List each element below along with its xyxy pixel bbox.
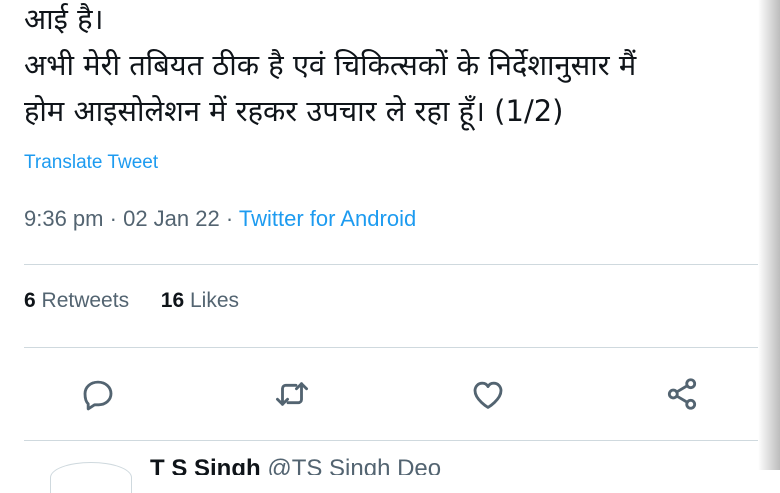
meta-separator: · bbox=[225, 206, 234, 231]
tweet-text-line: अभी मेरी तबियत ठीक है एवं चिकित्सकों के … bbox=[24, 48, 637, 82]
next-tweet-author-handle: @TS Singh Deo bbox=[267, 455, 442, 475]
reply-button[interactable] bbox=[76, 372, 120, 416]
likes-count: 16 bbox=[160, 289, 185, 312]
next-tweet-header[interactable]: T S Singh @TS Singh Deo bbox=[150, 455, 441, 475]
like-button[interactable] bbox=[466, 372, 510, 416]
like-icon bbox=[473, 381, 503, 409]
meta-separator: · bbox=[109, 206, 117, 231]
tweet-time: 9:36 pm bbox=[24, 206, 104, 231]
share-button[interactable] bbox=[660, 372, 704, 416]
tweet-metadata: 9:36 pm · 02 Jan 22 · Twitter for Androi… bbox=[24, 206, 416, 232]
retweets-stat[interactable]: 6 Retweets bbox=[24, 289, 129, 312]
next-tweet-author-name: T S Singh bbox=[150, 455, 261, 475]
avatar[interactable] bbox=[50, 462, 132, 493]
screen-edge-shadow bbox=[758, 0, 780, 470]
tweet-body: आई है। अभी मेरी तबियत ठीक है एवं चिकित्स… bbox=[24, 0, 764, 134]
retweets-label: Retweets bbox=[41, 289, 130, 312]
tweet-action-bar bbox=[0, 372, 760, 422]
retweets-count: 6 bbox=[24, 289, 36, 312]
likes-label: Likes bbox=[189, 289, 239, 312]
tweet-stats: 6 Retweets 16 Likes bbox=[24, 289, 239, 313]
divider bbox=[24, 440, 758, 441]
tweet-text-line: होम आइसोलेशन में रहकर उपचार ले रहा हूँ। … bbox=[24, 94, 564, 128]
retweet-button[interactable] bbox=[270, 372, 314, 416]
share-icon bbox=[667, 378, 697, 410]
divider bbox=[24, 347, 758, 348]
likes-stat[interactable]: 16 Likes bbox=[161, 289, 239, 312]
translate-tweet-link[interactable]: Translate Tweet bbox=[24, 152, 158, 174]
retweet-icon bbox=[276, 382, 308, 406]
divider bbox=[24, 264, 758, 265]
tweet-source-link[interactable]: Twitter for Android bbox=[239, 206, 416, 231]
tweet-date: 02 Jan 22 bbox=[123, 206, 220, 231]
tweet-text-line: आई है। bbox=[24, 2, 104, 36]
reply-icon bbox=[83, 380, 113, 411]
